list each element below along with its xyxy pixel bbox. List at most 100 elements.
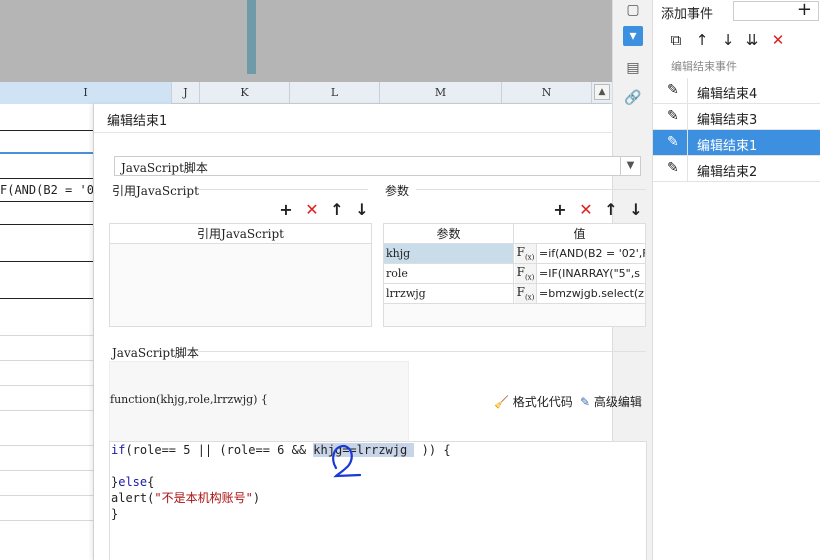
advanced-edit-button[interactable]: ✎ 高级编辑	[580, 393, 642, 410]
event-panel: 添加事件 + ⧉ ↑ ↓ ⇊ ✕ 编辑结束事件 ✎ 编辑结束4 ✎ 编辑结束3 …	[652, 0, 820, 560]
ref-js-label: 引用JavaScript	[112, 184, 199, 198]
row-divider	[0, 445, 93, 446]
row-divider	[0, 261, 93, 262]
move-bottom-icon[interactable]: ⇊	[743, 30, 761, 50]
row-divider	[0, 224, 93, 225]
row-divider	[0, 298, 93, 299]
sheet-frozen-bar	[247, 0, 256, 74]
row-divider	[0, 360, 93, 361]
param-down-icon[interactable]: ↓	[628, 200, 644, 219]
move-up-icon[interactable]: ↑	[693, 30, 711, 50]
column-header-j[interactable]: J	[172, 82, 200, 104]
param-up-icon[interactable]: ↑	[603, 200, 619, 219]
event-item[interactable]: ✎ 编辑结束4	[653, 78, 820, 104]
section-divider	[198, 189, 368, 190]
script-label: JavaScript脚本	[112, 346, 199, 360]
formula-icon[interactable]: F(x)	[515, 244, 537, 263]
code-line: if(role== 5 || (role== 6 && khjg==lrrzwj…	[111, 443, 451, 457]
remove-ref-icon[interactable]: ✕	[304, 200, 320, 219]
param-row[interactable]: role F(x) =IF(INARRAY("5",s	[384, 264, 645, 284]
sheet-scroll-up-button[interactable]: ▲	[594, 84, 610, 100]
param-row[interactable]: lrrzwjg F(x) =bmzwjgb.select(z	[384, 284, 645, 304]
row-divider	[0, 470, 93, 471]
param-name[interactable]: role	[384, 264, 514, 283]
hyperlink-icon[interactable]: 🔗	[623, 88, 643, 108]
code-editor[interactable]: if(role== 5 || (role== 6 && khjg==lrrzwj…	[109, 441, 647, 560]
script-type-select[interactable]: JavaScript脚本 ▼	[114, 156, 641, 176]
add-param-icon[interactable]: +	[552, 200, 568, 219]
params-label: 参数	[385, 184, 410, 198]
remove-param-icon[interactable]: ✕	[578, 200, 594, 219]
formula-icon[interactable]: F(x)	[515, 264, 537, 283]
row-divider	[0, 130, 93, 131]
column-header-l[interactable]: L	[290, 82, 380, 104]
event-item-label: 编辑结束2	[697, 165, 758, 180]
section-divider	[416, 189, 646, 190]
column-header-i[interactable]: I	[0, 82, 172, 104]
function-signature: function(khjg,role,lrrzwjg) {	[110, 393, 268, 406]
sheet-canvas-gray	[0, 0, 612, 82]
row-divider	[0, 385, 93, 386]
cell-attr-icon[interactable]: ▢	[623, 0, 643, 20]
pencil-icon: ✎	[667, 82, 679, 98]
section-divider	[198, 351, 646, 352]
column-header-m[interactable]: M	[380, 82, 502, 104]
chevron-down-icon[interactable]: ▼	[620, 157, 640, 175]
formula-icon[interactable]: F(x)	[515, 284, 537, 303]
column-header-row: I J K L M N	[0, 82, 612, 104]
pencil-icon: ✎	[667, 160, 679, 176]
event-item-selected[interactable]: ✎ 编辑结束1	[653, 130, 820, 156]
value-col-header: 值	[514, 224, 645, 244]
param-name[interactable]: khjg	[384, 244, 514, 263]
row-divider	[0, 335, 93, 336]
code-line: }else{	[111, 475, 155, 489]
event-item-label: 编辑结束4	[697, 87, 758, 102]
code-line: alert("不是本机构账号")	[111, 491, 261, 505]
form-layout-icon[interactable]: ▤	[623, 58, 643, 78]
ref-js-table[interactable]: 引用JavaScript	[109, 223, 372, 327]
add-event-icon[interactable]: +	[797, 0, 812, 20]
edit-icon: ✎	[580, 395, 591, 409]
event-group-label: 编辑结束事件	[671, 60, 737, 73]
param-row[interactable]: khjg F(x) =if(AND(B2 = '02',F	[384, 244, 645, 264]
selection-border	[0, 152, 93, 154]
delete-icon[interactable]: ✕	[769, 30, 787, 50]
format-code-button[interactable]: 🧹 格式化代码	[494, 393, 573, 410]
code-line: }	[111, 507, 119, 521]
script-type-value: JavaScript脚本	[121, 161, 208, 175]
param-value[interactable]: =if(AND(B2 = '02',F	[539, 244, 645, 263]
event-item-label: 编辑结束1	[697, 139, 758, 154]
params-table: 参数 值 khjg F(x) =if(AND(B2 = '02',F role …	[383, 223, 646, 327]
edit-event-dialog: 编辑结束1 JavaScript脚本 ▼ 引用JavaScript + ✕ ↑ …	[93, 104, 647, 560]
column-header-n[interactable]: N	[502, 82, 592, 104]
ref-js-column-header: 引用JavaScript	[110, 224, 371, 244]
row-divider	[0, 178, 93, 179]
app-window: I J K L M N ▲ F(AND(B2 = '0 ▢ ▾ ▤ 🔗 添加事件…	[0, 0, 820, 560]
broom-icon: 🧹	[494, 395, 509, 409]
add-ref-icon[interactable]: +	[278, 200, 294, 219]
widget-settings-icon[interactable]: ▾	[623, 26, 643, 46]
title-divider	[94, 132, 613, 133]
move-down-icon[interactable]: ↓	[719, 30, 737, 50]
pencil-icon: ✎	[667, 108, 679, 124]
param-value[interactable]: =bmzwjgb.select(z	[539, 284, 645, 303]
param-name[interactable]: lrrzwjg	[384, 284, 514, 303]
column-header-k[interactable]: K	[200, 82, 290, 104]
event-item[interactable]: ✎ 编辑结束3	[653, 104, 820, 130]
row-divider	[0, 201, 93, 202]
event-type-select[interactable]: +	[733, 0, 819, 21]
ref-down-icon[interactable]: ↓	[354, 200, 370, 219]
event-item-label: 编辑结束3	[697, 113, 758, 128]
param-value[interactable]: =IF(INARRAY("5",s	[539, 264, 645, 283]
pen-annotation-mark	[332, 444, 362, 478]
param-col-header: 参数	[384, 224, 514, 244]
row-divider	[0, 410, 93, 411]
add-event-title: 添加事件	[661, 7, 714, 22]
dialog-title: 编辑结束1	[107, 114, 168, 129]
row-divider	[0, 520, 93, 521]
event-item[interactable]: ✎ 编辑结束2	[653, 156, 820, 182]
row-divider	[0, 495, 93, 496]
cell-formula-text[interactable]: F(AND(B2 = '0	[0, 179, 93, 201]
ref-up-icon[interactable]: ↑	[329, 200, 345, 219]
copy-icon[interactable]: ⧉	[667, 30, 685, 50]
